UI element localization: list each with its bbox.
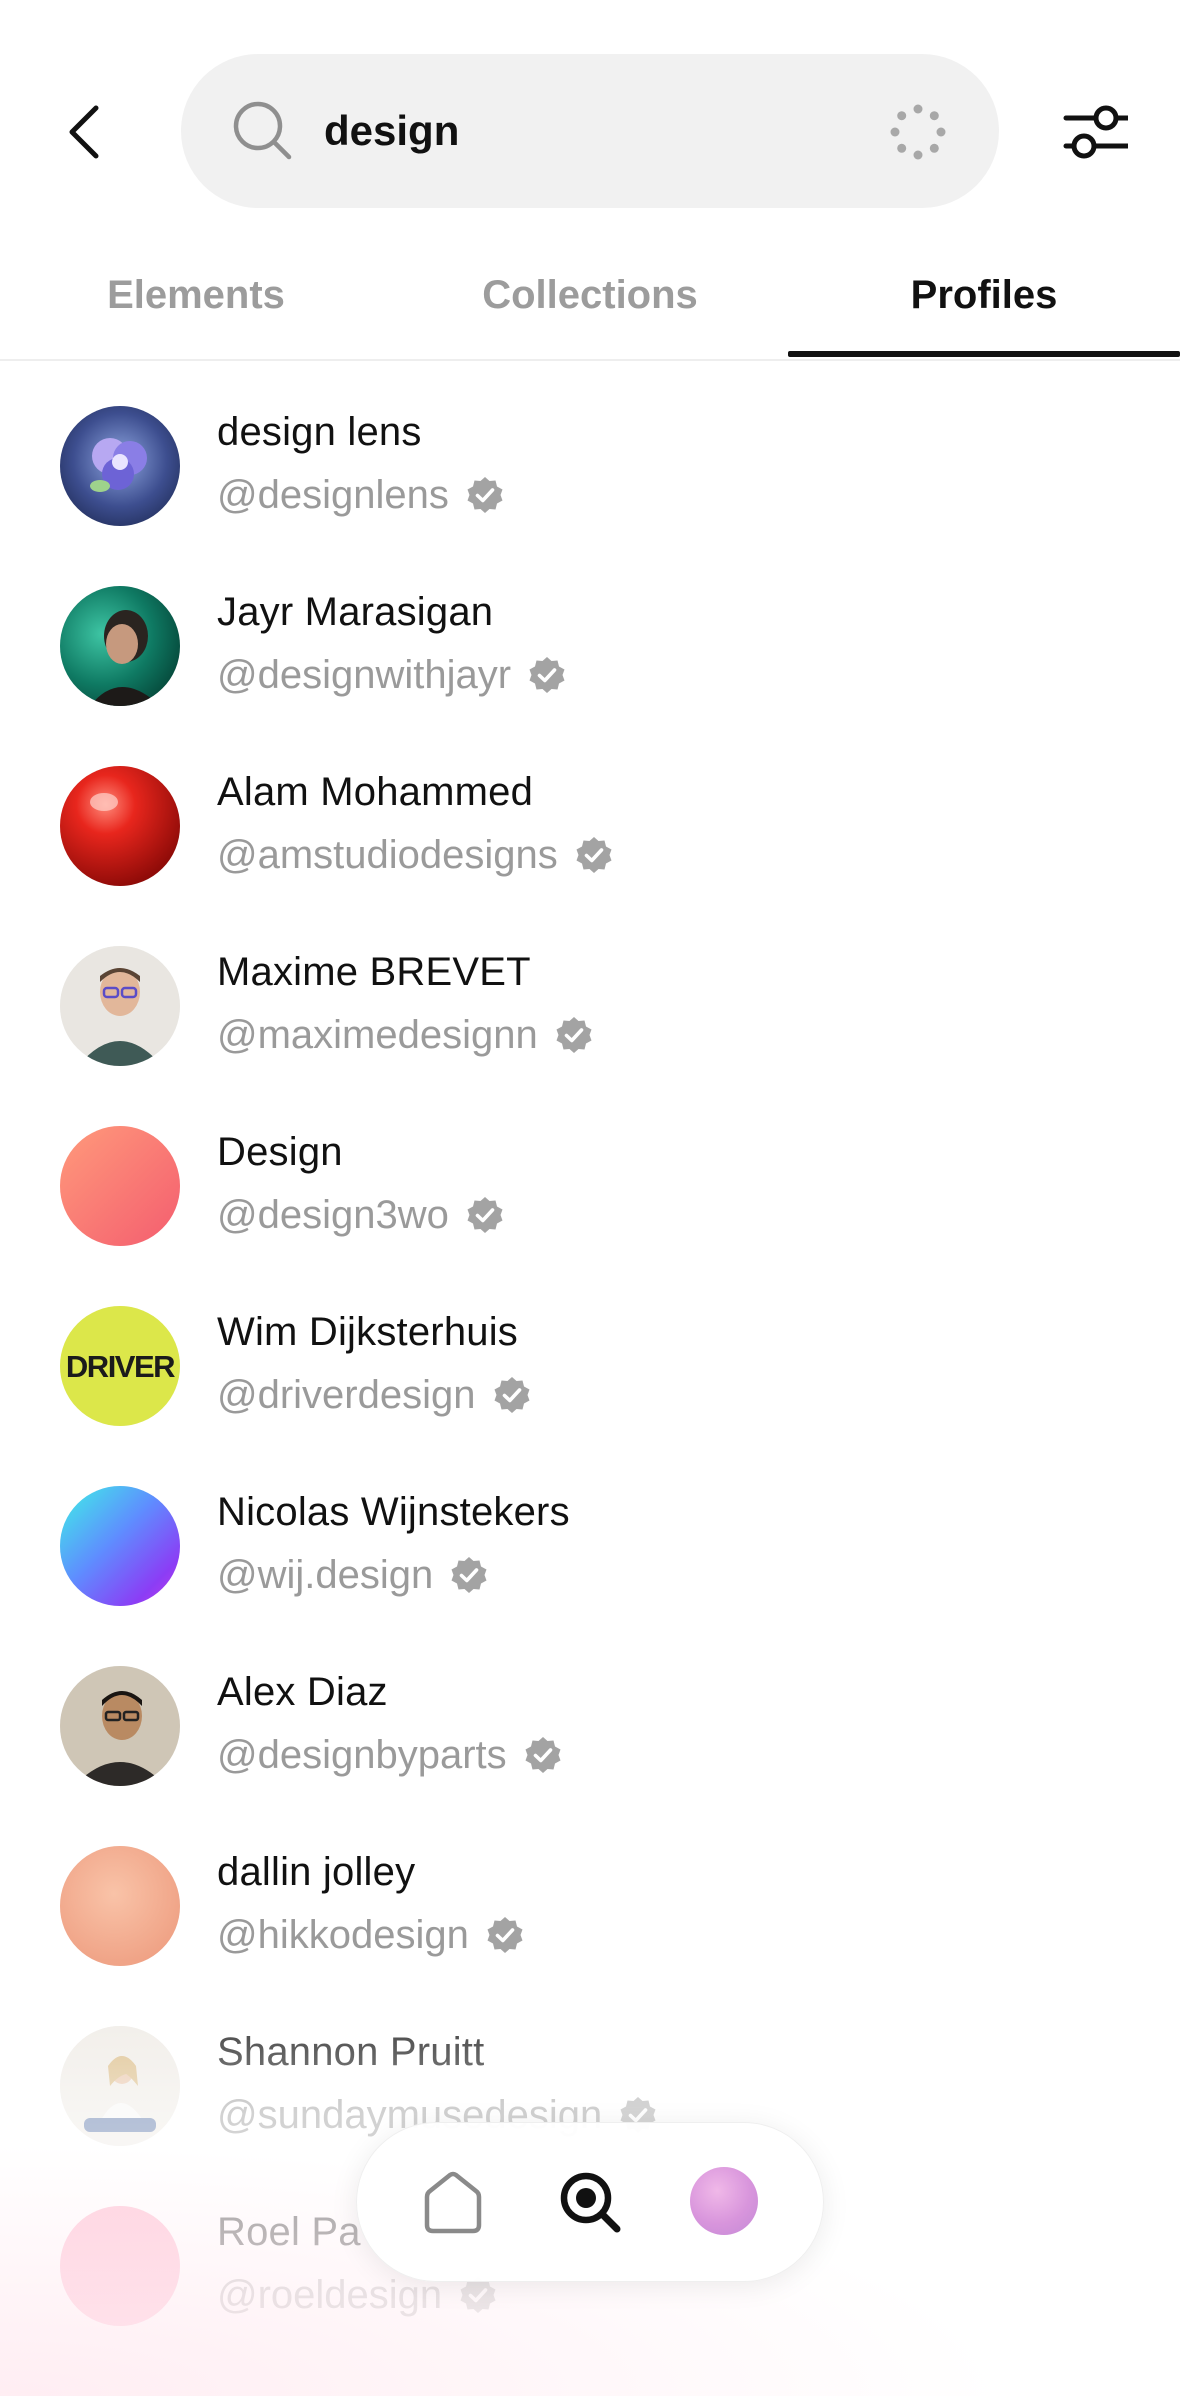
verified-badge-icon bbox=[525, 1737, 561, 1773]
profile-row[interactable]: design lens @designlens bbox=[0, 360, 1180, 540]
verified-badge-icon bbox=[556, 1017, 592, 1053]
handle-line: @wij.design bbox=[217, 1550, 489, 1600]
bottom-nav bbox=[356, 2122, 824, 2282]
profile-row[interactable]: Jayr Marasigan @designwithjayr bbox=[0, 540, 1180, 720]
handle-line: @designlens bbox=[217, 470, 505, 520]
nav-search-button[interactable] bbox=[551, 2163, 631, 2243]
spinner-icon bbox=[890, 104, 946, 160]
profile-avatar[interactable] bbox=[690, 2167, 758, 2235]
avatar: DRIVER bbox=[60, 1306, 180, 1426]
avatar bbox=[60, 586, 180, 706]
profile-name: Wim Dijksterhuis bbox=[217, 1310, 518, 1354]
profile-row[interactable]: DRIVER Wim Dijksterhuis @driverdesign bbox=[0, 1260, 1180, 1440]
profile-handle: @driverdesign bbox=[217, 1372, 476, 1417]
profile-handle: @amstudiodesigns bbox=[217, 832, 558, 877]
profile-name: Design bbox=[217, 1130, 343, 1174]
verified-badge-icon bbox=[494, 1377, 529, 1413]
result-tabs: Elements Collections Profiles bbox=[0, 232, 1180, 361]
handle-line: @designwithjayr bbox=[217, 650, 567, 700]
profile-handle: @hikkodesign bbox=[217, 1912, 469, 1957]
avatar bbox=[60, 1846, 180, 1966]
avatar bbox=[60, 1486, 180, 1606]
handle-line: @design3wo bbox=[217, 1190, 505, 1240]
home-icon bbox=[424, 2171, 482, 2234]
handle-line: @driverdesign bbox=[217, 1370, 532, 1420]
search-icon bbox=[560, 2172, 621, 2233]
profile-handle: @maximedesignn bbox=[217, 1012, 538, 1057]
profile-handle: @designlens bbox=[217, 472, 449, 517]
verified-badge-icon bbox=[487, 1917, 523, 1953]
profile-name: Alam Mohammed bbox=[217, 770, 534, 814]
verified-badge-icon bbox=[451, 1557, 487, 1593]
search-input[interactable] bbox=[324, 94, 844, 168]
verified-badge-icon bbox=[467, 1197, 503, 1233]
profile-name: Nicolas Wijnstekers bbox=[217, 1490, 570, 1534]
tab-profiles[interactable]: Profiles bbox=[884, 260, 1084, 330]
active-tab-indicator bbox=[788, 351, 1180, 357]
nav-home-button[interactable] bbox=[413, 2163, 493, 2243]
profile-handle: @design3wo bbox=[217, 1192, 449, 1237]
profile-row[interactable]: Nicolas Wijnstekers @wij.design bbox=[0, 1440, 1180, 1620]
handle-line: @hikkodesign bbox=[217, 1910, 525, 1960]
profile-handle: @wij.design bbox=[217, 1552, 434, 1597]
profile-name: Maxime BREVET bbox=[217, 950, 531, 994]
chevron-left-icon bbox=[69, 105, 99, 159]
profile-row[interactable]: Design @design3wo bbox=[0, 1080, 1180, 1260]
filter-button[interactable] bbox=[1062, 100, 1131, 164]
profile-list: design lens @designlens Jayr Marasigan @… bbox=[0, 360, 1180, 2340]
profile-row[interactable]: dallin jolley @hikkodesign bbox=[0, 1800, 1180, 1980]
handle-line: @maximedesignn bbox=[217, 1010, 594, 1060]
avatar bbox=[60, 1666, 180, 1786]
profile-name: Jayr Marasigan bbox=[217, 590, 494, 634]
profile-row[interactable]: Alam Mohammed @amstudiodesigns bbox=[0, 720, 1180, 900]
sliders-icon bbox=[1063, 105, 1131, 159]
search-bar[interactable] bbox=[181, 54, 999, 208]
profile-handle: @designbyparts bbox=[217, 1732, 507, 1777]
handle-line: @amstudiodesigns bbox=[217, 830, 614, 880]
avatar bbox=[60, 766, 180, 886]
profile-row[interactable]: Maxime BREVET @maximedesignn bbox=[0, 900, 1180, 1080]
profile-row[interactable]: Alex Diaz @designbyparts bbox=[0, 1620, 1180, 1800]
avatar bbox=[60, 2206, 180, 2326]
avatar-logo-text: DRIVER bbox=[66, 1349, 175, 1384]
profile-name: Roel Pa bbox=[217, 2210, 361, 2254]
profile-name: design lens bbox=[217, 410, 422, 454]
profile-name: dallin jolley bbox=[217, 1850, 416, 1894]
avatar bbox=[60, 406, 180, 526]
profile-name: Shannon Pruitt bbox=[217, 2030, 485, 2074]
tab-elements[interactable]: Elements bbox=[96, 260, 296, 330]
profile-handle: @designwithjayr bbox=[217, 652, 512, 697]
verified-badge-icon bbox=[529, 657, 565, 693]
search-results-screen: Elements Collections Profiles bbox=[0, 0, 1180, 2396]
verified-badge-icon bbox=[467, 477, 503, 513]
handle-line: @designbyparts bbox=[217, 1730, 563, 1780]
verified-badge-icon bbox=[576, 837, 612, 873]
back-button[interactable] bbox=[52, 92, 116, 172]
profile-handle: @roeldesign bbox=[217, 2272, 443, 2317]
avatar bbox=[60, 946, 180, 1066]
avatar bbox=[60, 2026, 180, 2146]
header bbox=[0, 0, 1180, 232]
search-icon bbox=[233, 101, 292, 160]
profile-name: Alex Diaz bbox=[217, 1670, 388, 1714]
avatar bbox=[60, 1126, 180, 1246]
tab-collections[interactable]: Collections bbox=[470, 260, 710, 330]
